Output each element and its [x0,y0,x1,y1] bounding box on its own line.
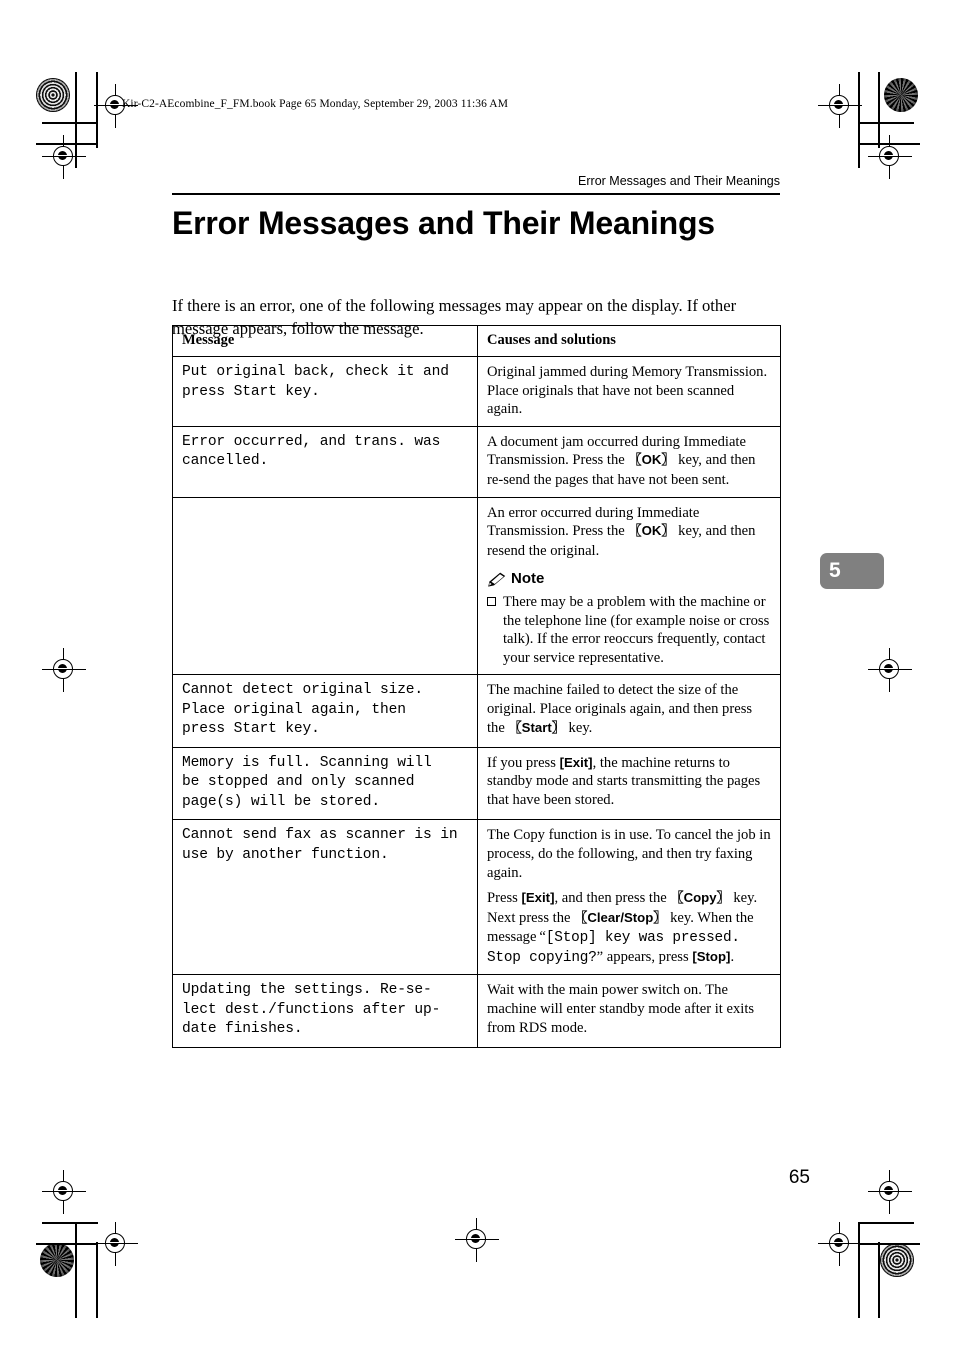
solution-paragraph: An error occurred during Immediate Trans… [487,504,756,559]
solution-paragraph-steps: Press [Exit], and then press the 〖Copy〗 … [487,890,758,966]
running-header: Error Messages and Their Meanings [578,174,780,188]
table-header-row: Message Causes and solutions [172,325,781,357]
book-build-line: Kir-C2-AEcombine_F_FM.book Page 65 Monda… [122,98,509,110]
solution-cell: The machine failed to detect the size of… [477,674,781,748]
key-copy: 〖Copy〗 [670,890,730,907]
pencil-icon [488,572,506,587]
solution-cell: If you press [Exit], the machine returns… [477,746,781,821]
solution-cell: Wait with the main power switch on. The … [477,974,781,1048]
message-cell: Cannot detect original size. Place origi… [172,674,478,748]
error-messages-table: Message Causes and solutions Put origina… [172,325,781,1048]
table-row: Cannot detect original size. Place origi… [172,674,781,748]
message-cell: Updating the settings. Re-se- lect dest.… [172,974,478,1048]
key-clear-stop: 〖Clear/Stop〗 [574,909,667,926]
key-start: 〖Start〗 [508,719,565,736]
table-row: Put original back, check it and press St… [172,356,781,427]
chapter-tab: 5 [820,553,884,589]
column-header-message: Message [172,325,478,357]
solution-cell: Original jammed during Memory Transmissi… [477,356,781,427]
column-header-causes: Causes and solutions [477,325,781,357]
solution-paragraph: If you press [Exit], the machine returns… [487,754,761,808]
solution-cell: A document jam occurred during Immediate… [477,425,781,498]
key-exit: [Exit] [521,890,555,906]
key-exit: [Exit] [559,754,593,770]
table-row: Error occurred, and trans. was cancelled… [172,425,781,498]
chapter-number: 5 [829,559,841,582]
solution-cell: The Copy function is in use. To cancel t… [477,819,781,976]
message-cell: Memory is full. Scanning will be stopped… [172,746,478,821]
message-cell: Cannot send fax as scanner is in use by … [172,819,478,976]
solution-paragraph: The machine failed to detect the size of… [487,682,753,736]
key-stop: [Stop] [692,948,731,964]
note-heading: Note [487,570,772,589]
solution-paragraph: A document jam occurred during Immediate… [487,433,756,488]
square-bullet-icon [487,596,496,606]
solution-paragraph: The Copy function is in use. To cancel t… [487,827,771,881]
solution-paragraph: Wait with the main power switch on. The … [487,982,755,1036]
table-row: An error occurred during Immediate Trans… [172,496,781,676]
note-item: There may be a problem with the machine … [487,593,772,667]
table-row: Updating the settings. Re-se- lect dest.… [172,974,781,1048]
message-cell: Error occurred, and trans. was cancelled… [172,425,478,498]
solution-paragraph: Original jammed during Memory Transmissi… [487,364,768,418]
note-item-text: There may be a problem with the machine … [503,593,770,666]
message-cell-continued [172,496,478,676]
table-row: Memory is full. Scanning will be stopped… [172,746,781,821]
key-ok: 〖OK〗 [628,523,675,540]
note-label: Note [511,570,545,588]
page-number: 65 [788,1167,810,1188]
solution-cell-note: An error occurred during Immediate Trans… [477,496,781,676]
key-ok: 〖OK〗 [628,452,675,469]
message-cell: Put original back, check it and press St… [172,356,478,427]
table-row: Cannot send fax as scanner is in use by … [172,819,781,976]
header-rule [172,193,780,195]
page-title: Error Messages and Their Meanings [172,205,715,241]
document-page: Kir-C2-AEcombine_F_FM.book Page 65 Monda… [0,0,954,1348]
